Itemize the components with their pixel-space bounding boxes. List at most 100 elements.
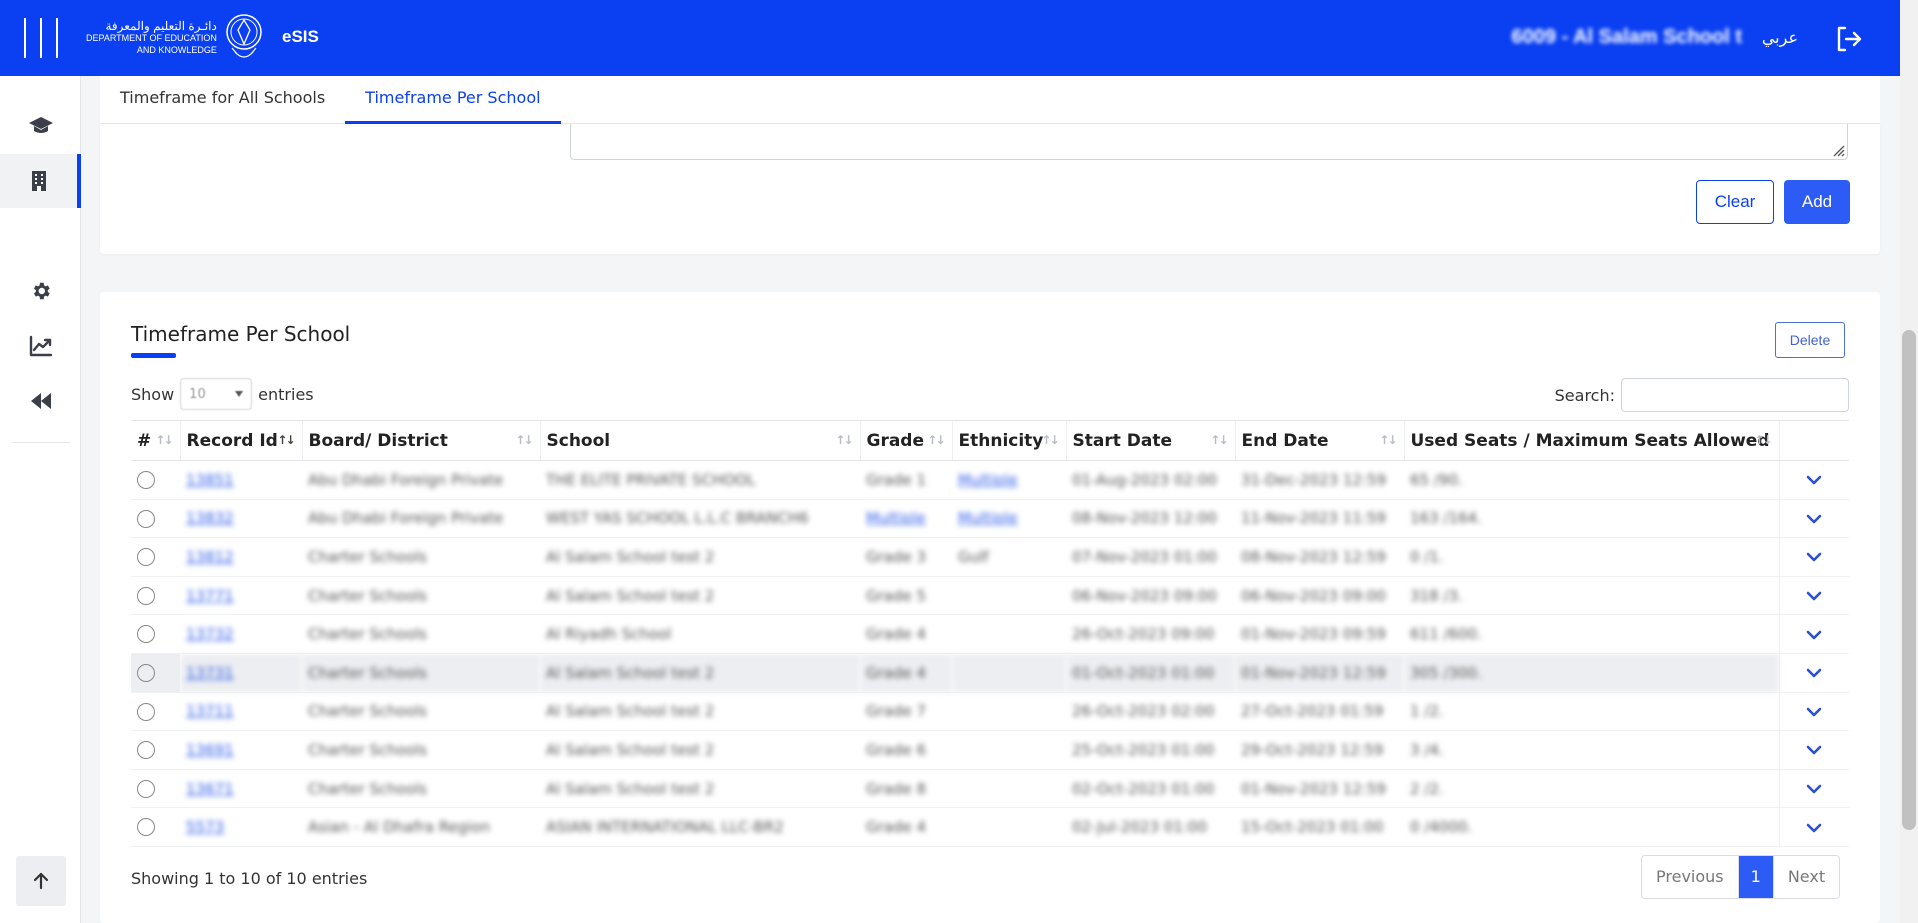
cell-ethnicity[interactable]: Multiple: [952, 499, 1066, 539]
row-select-radio[interactable]: [137, 779, 155, 798]
row-select-radio[interactable]: [137, 702, 155, 721]
next-page-button[interactable]: Next: [1772, 856, 1840, 898]
column-header-seats[interactable]: Used Seats / Maximum Seats Allowed ↑↓: [1403, 420, 1779, 461]
cell-record-id[interactable]: 13771: [180, 576, 302, 616]
row-expand-cell[interactable]: [1778, 692, 1849, 732]
scroll-top-button[interactable]: [16, 856, 66, 906]
cell-record-id[interactable]: 13711: [180, 692, 302, 732]
row-expand-cell[interactable]: [1778, 576, 1849, 616]
cell-record-id[interactable]: 13832: [180, 499, 302, 539]
column-header-start-date[interactable]: Start Date ↑↓: [1065, 420, 1235, 461]
column-header-record-id[interactable]: Record Id ↑↓: [179, 420, 302, 461]
chevron-down-icon[interactable]: [1806, 745, 1822, 755]
cell-record-id[interactable]: 13851: [180, 460, 302, 500]
table-row[interactable]: 13711 Charter Schools Al Salam School test…: [131, 692, 1849, 732]
tab-timeframe-per-school[interactable]: Timeframe Per School: [345, 76, 561, 124]
row-select-radio[interactable]: [137, 586, 155, 605]
title-underline: [131, 353, 176, 358]
cell-start-date: 26-Oct-2023 09:00: [1066, 614, 1235, 654]
row-select-radio[interactable]: [137, 548, 155, 567]
cell-ethnicity[interactable]: Multiple: [952, 460, 1066, 500]
sidebar-item-reports[interactable]: [0, 319, 81, 373]
clear-button[interactable]: Clear: [1696, 180, 1774, 224]
table-row[interactable]: 13691 Charter Schools Al Salam School test…: [131, 730, 1849, 770]
cell-record-id[interactable]: 13731: [180, 653, 302, 693]
sort-icon: ↑↓: [835, 433, 853, 447]
column-header-school[interactable]: School ↑↓: [539, 420, 860, 461]
search-input[interactable]: [1621, 378, 1849, 412]
chevron-down-icon[interactable]: [1806, 552, 1822, 562]
row-expand-cell[interactable]: [1778, 614, 1849, 654]
row-select-radio[interactable]: [137, 818, 155, 837]
previous-page-button[interactable]: Previous: [1642, 856, 1738, 898]
row-select-radio[interactable]: [137, 471, 155, 490]
sidebar-item-collapse[interactable]: [0, 374, 81, 428]
column-header-grade[interactable]: Grade ↑↓: [859, 420, 952, 461]
school-selector[interactable]: 6009 - Al Salam School t: [1512, 26, 1742, 49]
table-row[interactable]: 13851 Abu Dhabi Foreign Private THE ELITE …: [131, 460, 1849, 500]
add-button[interactable]: Add: [1784, 180, 1850, 224]
chevron-down-icon[interactable]: [1806, 668, 1822, 678]
column-header-end-date[interactable]: End Date ↑↓: [1234, 420, 1404, 461]
sort-icon: ↑↓: [515, 433, 533, 447]
scrollbar-thumb[interactable]: [1902, 330, 1916, 830]
row-expand-cell[interactable]: [1778, 730, 1849, 770]
sidebar-item-schools[interactable]: [0, 154, 81, 208]
row-select-radio[interactable]: [137, 625, 155, 644]
cell-record-id[interactable]: 13691: [180, 730, 302, 770]
cell-grade[interactable]: Multiple: [860, 499, 952, 539]
chevron-down-icon[interactable]: [1806, 707, 1822, 717]
table-row[interactable]: 13732 Charter Schools Al Riyadh School Grad…: [131, 614, 1849, 654]
cell-end-date: 29-Oct-2023 12:59: [1235, 730, 1404, 770]
row-expand-cell[interactable]: [1778, 769, 1849, 809]
chevron-down-icon[interactable]: [1806, 823, 1822, 833]
table-row[interactable]: 13731 Charter Schools Al Salam School test…: [131, 653, 1849, 693]
page-1-button[interactable]: 1: [1737, 856, 1773, 898]
cell-board: Abu Dhabi Foreign Private: [302, 499, 540, 539]
column-header-select[interactable]: # ↑↓: [131, 420, 180, 461]
cell-grade: Grade 4: [860, 614, 952, 654]
table-row[interactable]: 13832 Abu Dhabi Foreign Private WEST YAS S…: [131, 499, 1849, 539]
sidebar-item-settings[interactable]: [0, 264, 81, 318]
chevron-down-icon[interactable]: [1806, 591, 1822, 601]
menu-toggle-button[interactable]: [24, 18, 58, 58]
row-expand-cell[interactable]: [1778, 537, 1849, 577]
cell-board: Charter Schools: [302, 576, 540, 616]
search-control: Search:: [1555, 378, 1849, 412]
table-row[interactable]: 13812 Charter Schools Al Salam School test…: [131, 537, 1849, 577]
language-toggle[interactable]: عربي: [1762, 28, 1798, 47]
row-select-radio[interactable]: [137, 741, 155, 760]
logout-icon[interactable]: [1834, 24, 1864, 54]
row-select-radio[interactable]: [137, 664, 155, 683]
page-scrollbar[interactable]: [1900, 0, 1918, 923]
sidebar-item-academics[interactable]: [0, 98, 81, 152]
table-row[interactable]: 5573 Asian - Al Dhafra Region ASIAN INTERN…: [131, 807, 1849, 847]
table-row[interactable]: 13771 Charter Schools Al Salam School test…: [131, 576, 1849, 616]
graduation-cap-icon: [28, 117, 53, 133]
row-select-radio[interactable]: [137, 509, 155, 528]
row-expand-cell[interactable]: [1778, 499, 1849, 539]
table-row[interactable]: 13671 Charter Schools Al Salam School test…: [131, 769, 1849, 809]
resize-handle-icon[interactable]: [1831, 143, 1845, 157]
notes-textarea[interactable]: [570, 124, 1848, 160]
chevron-down-icon[interactable]: [1806, 514, 1822, 524]
tab-timeframe-all-schools[interactable]: Timeframe for All Schools: [100, 76, 345, 124]
delete-button[interactable]: Delete: [1775, 322, 1845, 358]
cell-record-id[interactable]: 13671: [180, 769, 302, 809]
row-expand-cell[interactable]: [1778, 653, 1849, 693]
cell-record-id[interactable]: 13732: [180, 614, 302, 654]
row-expand-cell[interactable]: [1778, 807, 1849, 847]
column-header-board[interactable]: Board/ District ↑↓: [301, 420, 540, 461]
chevron-down-icon[interactable]: [1806, 475, 1822, 485]
chevron-down-icon[interactable]: [1806, 630, 1822, 640]
top-bar: دائـرة التعليم والمعرفة DEPARTMENT OF ED…: [0, 0, 1900, 76]
page-length-select[interactable]: 10: [180, 378, 253, 410]
cell-record-id[interactable]: 5573: [180, 807, 302, 847]
chevron-down-icon[interactable]: [1806, 784, 1822, 794]
department-logo[interactable]: دائـرة التعليم والمعرفة DEPARTMENT OF ED…: [86, 10, 265, 66]
cell-start-date: 01-Aug-2023 02:00: [1066, 460, 1235, 500]
column-header-ethnicity[interactable]: Ethnicity ↑↓: [951, 420, 1066, 461]
row-expand-cell[interactable]: [1778, 460, 1849, 500]
cell-grade: Grade 4: [860, 653, 952, 693]
cell-record-id[interactable]: 13812: [180, 537, 302, 577]
